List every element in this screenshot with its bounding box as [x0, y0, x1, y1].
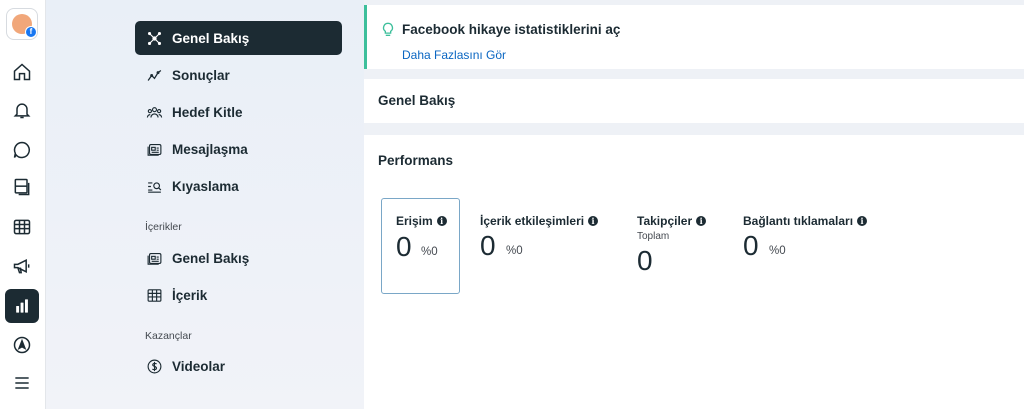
- nav-item-overview[interactable]: Genel Bakış: [135, 21, 342, 55]
- metric-value: 0: [396, 231, 412, 262]
- metric-content-interactions[interactable]: İçerik etkileşimleri i 0 %0: [466, 198, 606, 294]
- benchmark-icon: [145, 177, 163, 195]
- chat-icon[interactable]: [5, 133, 39, 167]
- lightbulb-icon: [382, 22, 394, 36]
- avatar: f: [12, 14, 37, 38]
- overview-card: Genel Bakış: [364, 79, 1024, 123]
- pages-icon[interactable]: [5, 170, 39, 204]
- results-icon: [145, 66, 163, 84]
- home-icon[interactable]: [5, 55, 39, 89]
- metric-change: %0: [421, 246, 438, 258]
- facebook-badge-icon: f: [25, 26, 37, 38]
- metric-subtitle: Toplam: [637, 231, 670, 242]
- nav-item-label: Kıyaslama: [172, 178, 239, 194]
- metric-change: %0: [769, 245, 786, 257]
- nav-item-benchmark[interactable]: Kıyaslama: [135, 169, 342, 203]
- info-icon[interactable]: i: [588, 216, 599, 226]
- metric-label: Bağlantı tıklamaları i: [743, 214, 868, 228]
- nav-item-content-overview[interactable]: Genel Bakış: [135, 241, 342, 275]
- section-label-earnings: Kazançlar: [145, 330, 192, 342]
- info-icon[interactable]: i: [436, 216, 447, 226]
- nav-item-audience[interactable]: Hedef Kitle: [135, 95, 342, 129]
- main-content: Facebook hikaye istatistiklerini aç Daha…: [364, 0, 1024, 409]
- insights-icon[interactable]: [5, 289, 39, 323]
- nav-item-label: İçerik: [172, 287, 208, 303]
- metric-value: 0: [743, 230, 759, 261]
- nav-item-label: Hedef Kitle: [172, 104, 243, 120]
- megaphone-icon[interactable]: [5, 249, 39, 283]
- nav-item-videos[interactable]: Videolar: [135, 349, 342, 383]
- nav-item-label: Mesajlaşma: [172, 141, 248, 157]
- performance-title: Performans: [378, 153, 454, 168]
- navigation-icon[interactable]: [5, 328, 39, 362]
- metric-label-text: Bağlantı tıklamaları: [743, 214, 854, 228]
- metric-value: 0: [480, 230, 496, 261]
- metric-change: %0: [506, 245, 523, 257]
- metric-label-text: İçerik etkileşimleri: [480, 214, 585, 228]
- see-more-link[interactable]: Daha Fazlasını Gör: [402, 48, 506, 62]
- section-label-content: İçerikler: [145, 221, 182, 233]
- metric-label-text: Takipçiler: [637, 214, 693, 228]
- tip-title: Facebook hikaye istatistiklerini aç: [402, 22, 621, 37]
- page-avatar-button[interactable]: f: [6, 8, 38, 40]
- stories-tip-banner: Facebook hikaye istatistiklerini aç Daha…: [364, 5, 1024, 69]
- content-table-icon: [145, 286, 163, 304]
- metric-label: Erişim i: [396, 214, 447, 228]
- info-icon[interactable]: i: [696, 216, 707, 226]
- left-rail: f: [0, 0, 46, 409]
- content-overview-icon: [145, 249, 163, 267]
- metric-label-text: Erişim: [396, 214, 433, 228]
- nav-item-results[interactable]: Sonuçlar: [135, 58, 342, 92]
- info-icon[interactable]: i: [857, 216, 868, 226]
- insights-nav: Genel Bakış Sonuçlar Hedef Kitle Mesajla…: [46, 0, 364, 409]
- messaging-icon: [145, 140, 163, 158]
- performance-card: Performans Erişim i 0 %0 İçerik etkileşi…: [364, 135, 1024, 409]
- menu-icon[interactable]: [5, 366, 39, 400]
- metric-label: İçerik etkileşimleri i: [480, 214, 599, 228]
- nav-item-label: Videolar: [172, 358, 226, 374]
- nav-item-messaging[interactable]: Mesajlaşma: [135, 132, 342, 166]
- nav-item-label: Sonuçlar: [172, 67, 230, 83]
- metric-reach[interactable]: Erişim i 0 %0: [381, 198, 460, 294]
- dollar-icon: [145, 357, 163, 375]
- nav-item-label: Genel Bakış: [172, 30, 250, 46]
- metric-label: Takipçiler i: [637, 214, 707, 228]
- overview-icon: [145, 29, 163, 47]
- table-icon[interactable]: [5, 210, 39, 244]
- metric-value: 0: [637, 245, 653, 276]
- nav-item-label: Genel Bakış: [172, 250, 250, 266]
- audience-icon: [145, 103, 163, 121]
- metric-followers[interactable]: Takipçiler i Toplam 0: [624, 198, 724, 294]
- overview-title: Genel Bakış: [378, 93, 456, 108]
- bell-icon[interactable]: [5, 93, 39, 127]
- nav-item-content[interactable]: İçerik: [135, 278, 342, 312]
- metric-link-clicks[interactable]: Bağlantı tıklamaları i 0 %0: [729, 198, 879, 294]
